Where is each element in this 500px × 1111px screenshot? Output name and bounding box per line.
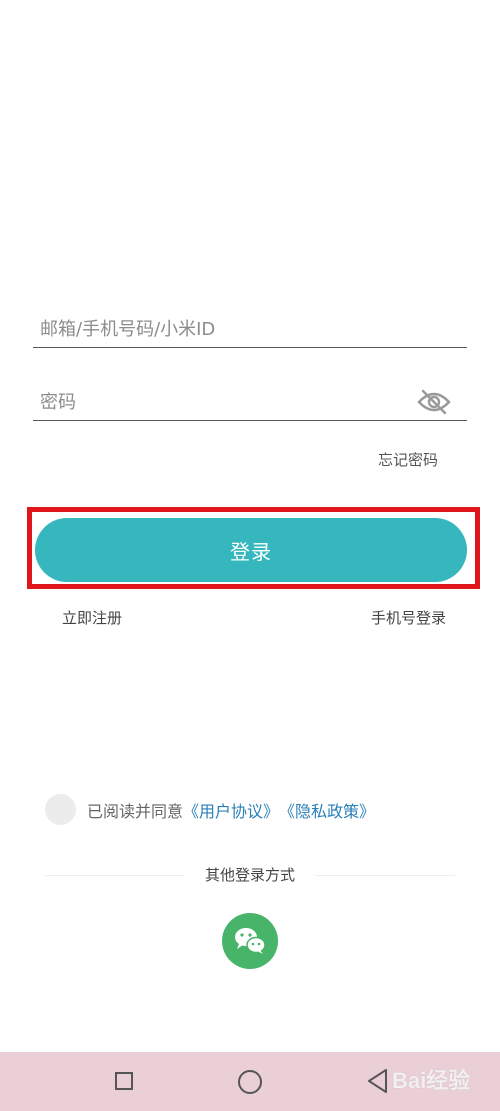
agreement-row: 已阅读并同意 《用户协议》 《隐私政策》 xyxy=(45,794,375,825)
login-button[interactable]: 登录 xyxy=(35,518,467,582)
back-icon[interactable] xyxy=(366,1068,390,1098)
password-input[interactable] xyxy=(33,384,400,420)
baidu-jingyan-watermark: Bai经验 xyxy=(392,1068,471,1093)
agreement-text: 已阅读并同意 xyxy=(87,801,184,821)
login-page: 忘记密码 登录 立即注册 手机号登录 已阅读并同意 《用户协议》 《隐私政策》 … xyxy=(0,0,500,1111)
recent-apps-icon[interactable] xyxy=(115,1072,133,1090)
other-login-label: 其他登录方式 xyxy=(45,864,455,885)
account-field xyxy=(33,311,467,348)
register-link[interactable]: 立即注册 xyxy=(62,607,122,628)
eye-slash-icon[interactable] xyxy=(417,388,451,416)
agreement-checkbox[interactable] xyxy=(45,794,76,825)
account-input[interactable] xyxy=(33,311,400,347)
home-icon[interactable] xyxy=(238,1070,262,1094)
forgot-password-link[interactable]: 忘记密码 xyxy=(378,449,438,470)
wechat-icon xyxy=(235,928,266,954)
privacy-policy-link[interactable]: 《隐私政策》 xyxy=(279,798,375,822)
user-agreement-link[interactable]: 《用户协议》 xyxy=(183,798,279,822)
wechat-login-button[interactable] xyxy=(222,913,278,969)
password-field xyxy=(33,384,467,421)
phone-login-link[interactable]: 手机号登录 xyxy=(371,607,446,628)
